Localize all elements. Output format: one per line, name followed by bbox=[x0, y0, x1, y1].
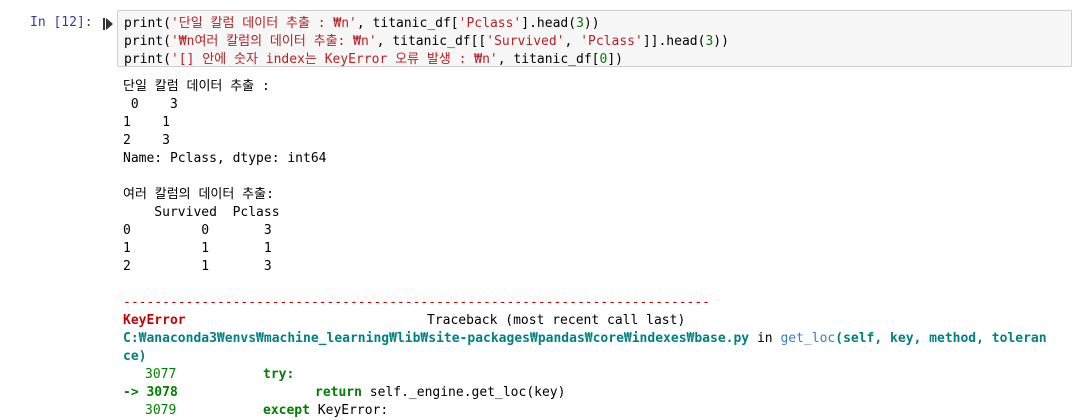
output-line: 단일 칼럼 데이터 추출 : bbox=[123, 79, 270, 94]
output-line: 1 1 bbox=[123, 115, 170, 130]
run-cell-icon[interactable] bbox=[103, 18, 113, 30]
cell-output: 단일 칼럼 데이터 추출 : 0 3 1 1 2 3 Name: Pclass,… bbox=[123, 78, 1073, 420]
output-line: 2 3 bbox=[123, 133, 170, 148]
code-line-1: print('단일 칼럼 데이터 추출 : ₩n', titanic_df['P… bbox=[124, 16, 600, 31]
output-line: Name: Pclass, dtype: int64 bbox=[123, 151, 327, 166]
output-line: 0 0 3 bbox=[123, 223, 272, 238]
traceback-header: KeyError Traceback (most recent call las… bbox=[123, 312, 1073, 330]
traceback-row: 3079 except KeyError: bbox=[145, 403, 389, 418]
output-line: 1 1 1 bbox=[123, 241, 272, 256]
output-line: 2 1 3 bbox=[123, 259, 272, 274]
traceback-title: Traceback (most recent call last) bbox=[427, 313, 686, 328]
code-line-3: print('[] 안에 숫자 index는 KeyError 오류 발생 : … bbox=[124, 52, 623, 67]
output-line: 0 3 bbox=[123, 97, 178, 112]
traceback-separator: ----------------------------------------… bbox=[123, 295, 710, 310]
code-input-area[interactable]: print('단일 칼럼 데이터 추출 : ₩n', titanic_df['P… bbox=[117, 10, 1072, 67]
code-line-2: print('₩n여러 칼럼의 데이터 추출: ₩n', titanic_df[… bbox=[124, 34, 729, 49]
output-line: Survived Pclass bbox=[123, 205, 280, 220]
cell-prompt: In [12]: bbox=[30, 15, 93, 30]
traceback-row-current: -> 3078 return self._engine.get_loc(key) bbox=[123, 385, 566, 400]
output-line: 여러 칼럼의 데이터 추출: bbox=[123, 187, 274, 202]
error-name: KeyError bbox=[123, 313, 186, 328]
traceback-path: C:₩anaconda3₩envs₩machine_learning₩lib₩s… bbox=[123, 331, 1047, 364]
traceback-row: 3077 try: bbox=[145, 367, 295, 382]
